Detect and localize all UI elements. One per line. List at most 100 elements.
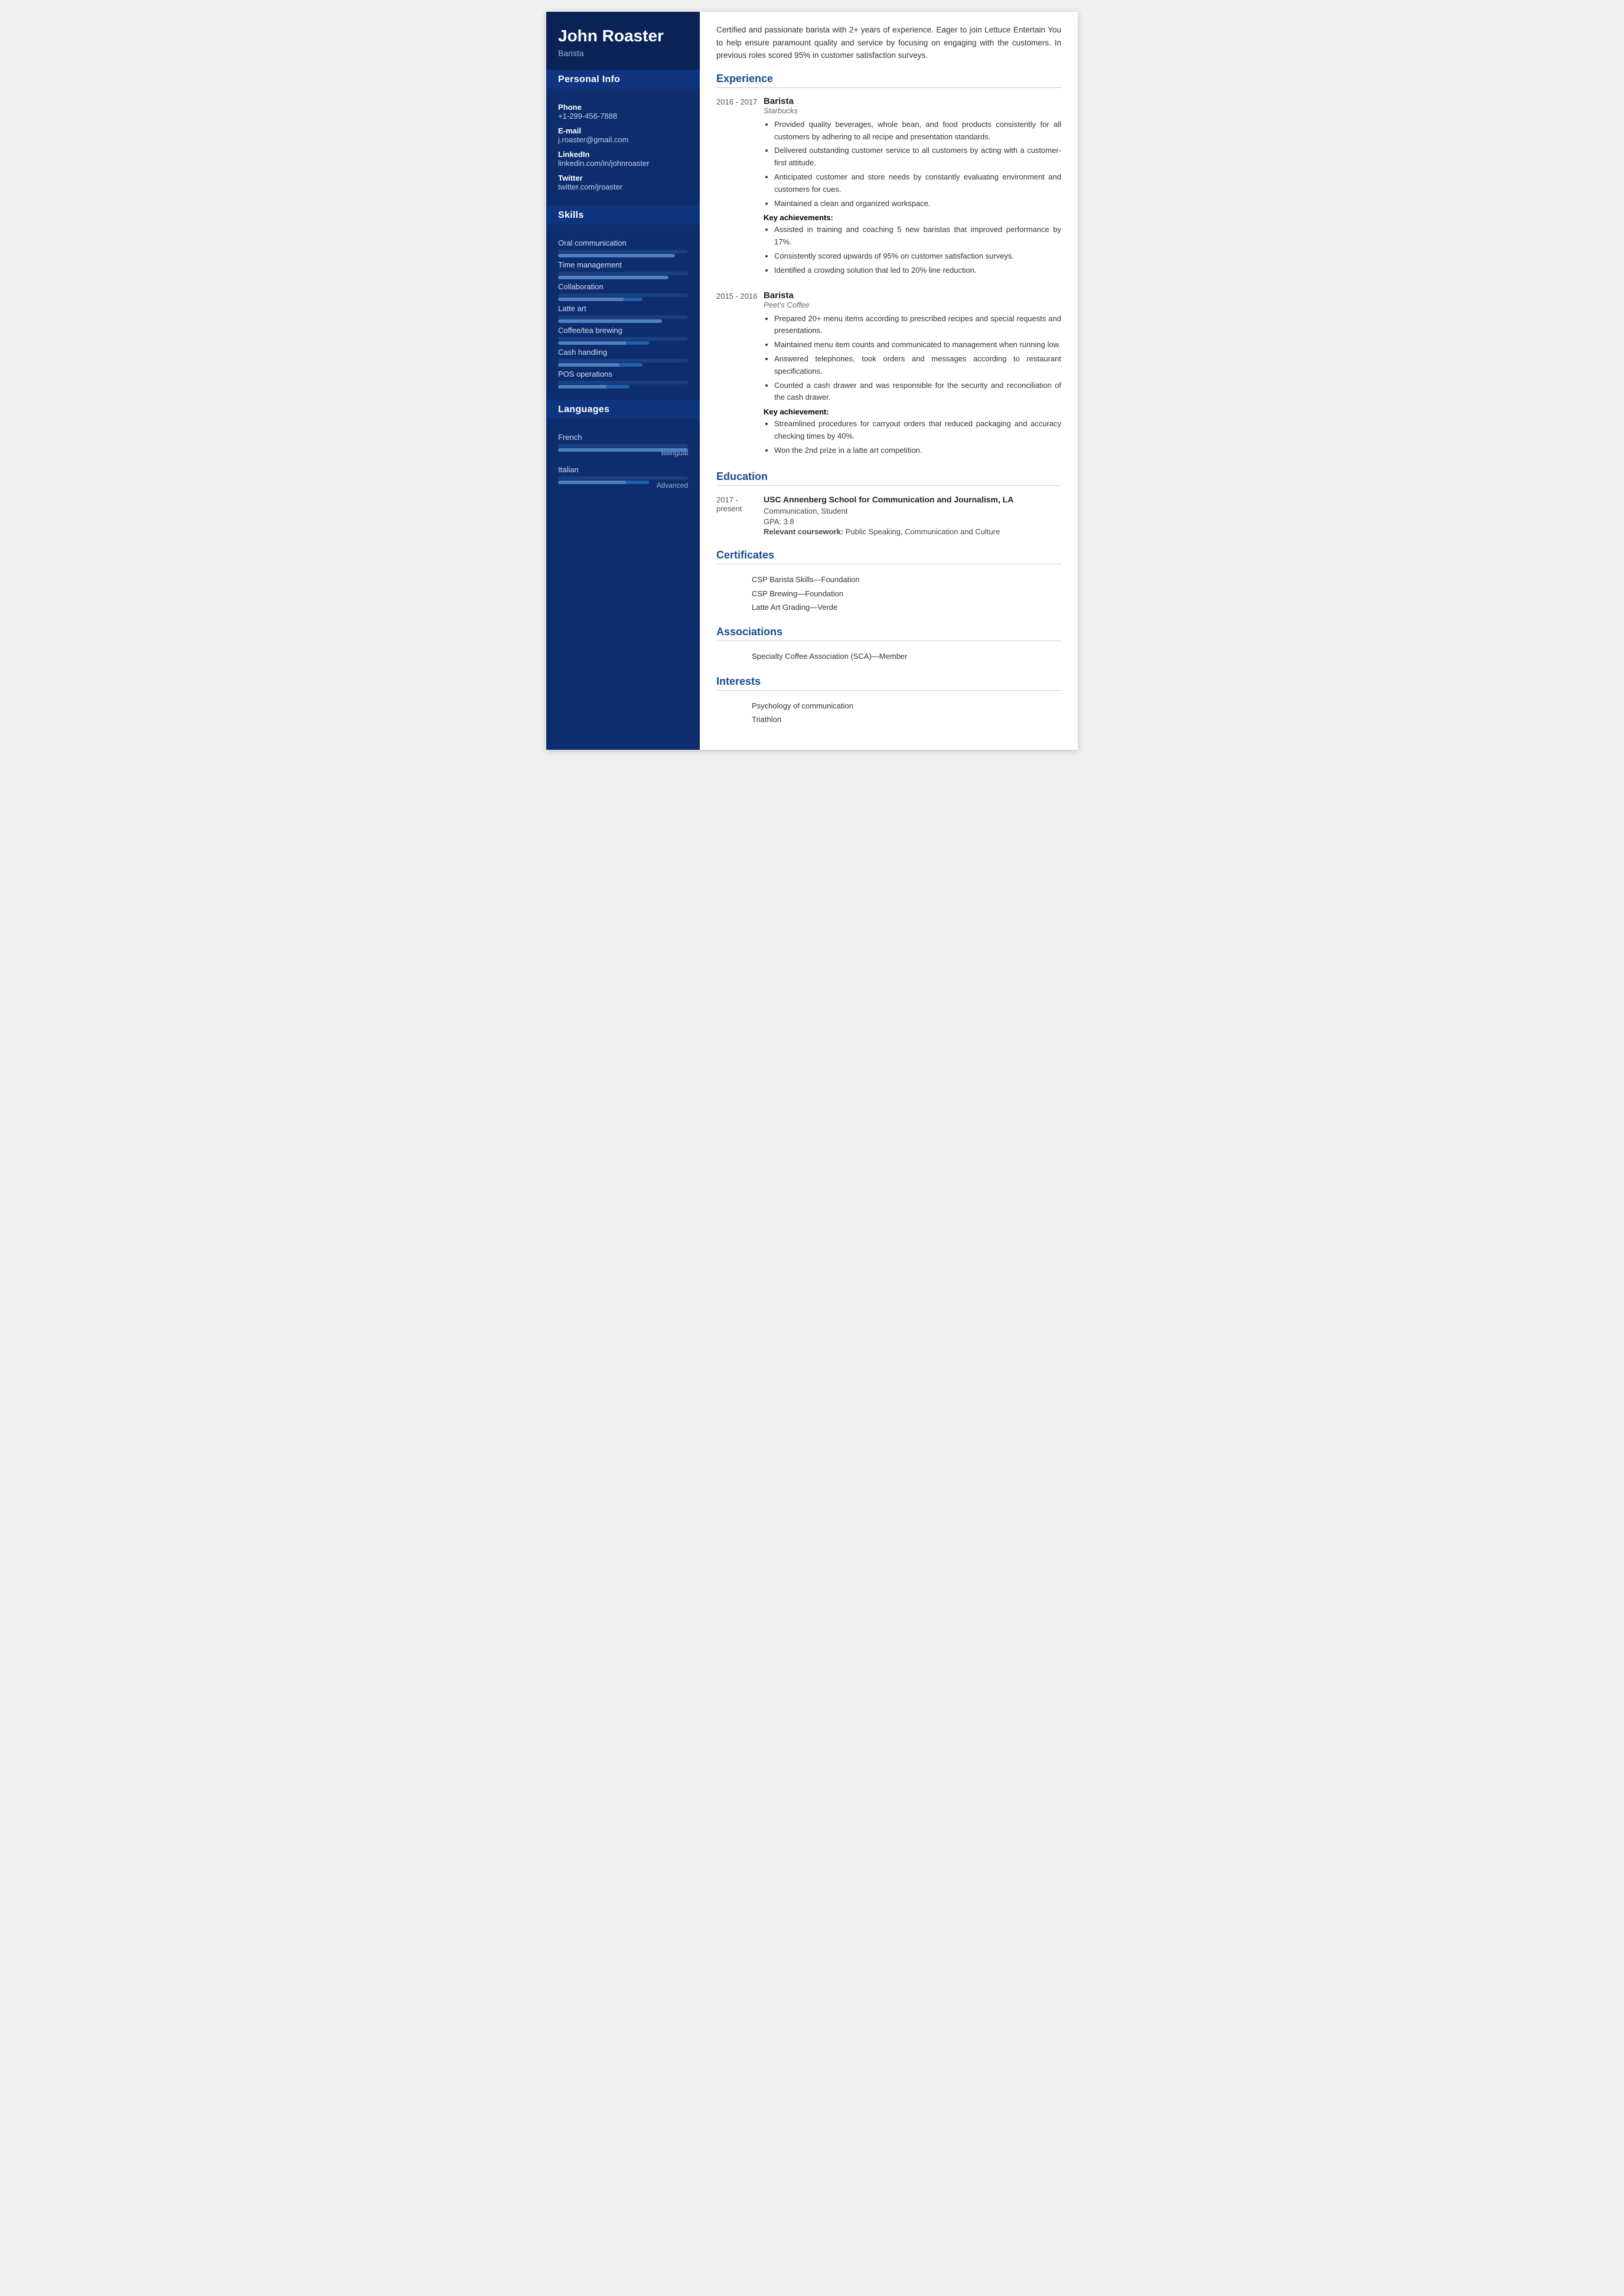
skill-bar-fill	[558, 298, 643, 301]
skill-bar-accent	[606, 385, 630, 388]
skill-item: Cash handling	[558, 348, 688, 362]
edu-coursework: Relevant coursework: Public Speaking, Co…	[764, 526, 1061, 538]
language-item: French Bilingual	[558, 433, 688, 457]
interest-item: Psychology of communication	[752, 699, 1061, 713]
resume-container: John Roaster Barista Personal Info Phone…	[546, 12, 1078, 750]
interests-title: Interests	[716, 675, 1061, 691]
skill-bar-fill	[558, 341, 649, 345]
skill-bar-bg	[558, 315, 688, 319]
certificate-item: Latte Art Grading—Verde	[752, 600, 1061, 614]
key-achievements-label: Key achievements:	[764, 213, 1061, 222]
coursework-label: Relevant coursework:	[764, 527, 843, 536]
exp-bullets: Provided quality beverages, whole bean, …	[774, 119, 1061, 210]
skill-name: Cash handling	[558, 348, 688, 357]
achievement-item: Consistently scored upwards of 95% on cu…	[774, 250, 1061, 263]
education-list: 2017 - present USC Annenberg School for …	[716, 494, 1061, 538]
language-name: French	[558, 433, 688, 442]
edu-school: USC Annenberg School for Communication a…	[764, 494, 1061, 506]
bullet-item: Prepared 20+ menu items according to pre…	[774, 313, 1061, 338]
twitter-item: Twitter twitter.com/jroaster	[558, 174, 688, 191]
association-item: Specialty Coffee Association (SCA)—Membe…	[752, 649, 1061, 663]
personal-info-section-title: Personal Info	[546, 70, 700, 89]
bullet-item: Provided quality beverages, whole bean, …	[774, 119, 1061, 143]
language-bar-bg	[558, 476, 688, 480]
skill-item: Oral communication	[558, 239, 688, 253]
associations-list: Specialty Coffee Association (SCA)—Membe…	[716, 649, 1061, 663]
summary-text: Certified and passionate barista with 2+…	[716, 24, 1061, 62]
language-name: Italian	[558, 465, 688, 474]
interests-list: Psychology of communicationTriathlon	[716, 699, 1061, 727]
certificates-list: CSP Barista Skills—FoundationCSP Brewing…	[716, 573, 1061, 614]
skill-bar-accent	[619, 363, 643, 367]
skill-item: Collaboration	[558, 282, 688, 297]
language-item: Italian Advanced	[558, 465, 688, 489]
skill-item: Time management	[558, 260, 688, 275]
skill-bar-bg	[558, 337, 688, 341]
edu-date: 2017 - present	[716, 494, 764, 538]
bullet-item: Counted a cash drawer and was responsibl…	[774, 380, 1061, 404]
skill-bar-bg	[558, 381, 688, 384]
main-content: Certified and passionate barista with 2+…	[700, 12, 1078, 750]
experience-row: 2016 - 2017 Barista Starbucks Provided q…	[716, 96, 1061, 279]
edu-content: USC Annenberg School for Communication a…	[764, 494, 1061, 538]
experience-title: Experience	[716, 73, 1061, 88]
exp-company: Peet's Coffee	[764, 301, 1061, 309]
twitter-value: twitter.com/jroaster	[558, 182, 688, 191]
skill-bar-fill	[558, 276, 668, 279]
achievement-item: Won the 2nd prize in a latte art competi…	[774, 445, 1061, 457]
bullet-item: Answered telephones, took orders and mes…	[774, 353, 1061, 378]
skill-name: POS operations	[558, 370, 688, 378]
language-bar-bg	[558, 444, 688, 448]
key-achievements-label: Key achievement:	[764, 407, 1061, 416]
skill-bar-fill	[558, 319, 662, 323]
person-name: John Roaster	[558, 26, 688, 46]
languages-section-title: Languages	[546, 400, 700, 419]
achievements-bullets: Assisted in training and coaching 5 new …	[774, 224, 1061, 276]
achievement-item: Assisted in training and coaching 5 new …	[774, 224, 1061, 249]
languages-section: French Bilingual Italian Advanced	[546, 424, 700, 506]
edu-field: Communication, Student	[764, 505, 1061, 517]
associations-section: Associations Specialty Coffee Associatio…	[716, 626, 1061, 663]
skill-item: Latte art	[558, 304, 688, 319]
language-bar-fill	[558, 448, 688, 452]
exp-bullets: Prepared 20+ menu items according to pre…	[774, 313, 1061, 404]
certificate-item: CSP Barista Skills—Foundation	[752, 573, 1061, 586]
certificates-title: Certificates	[716, 549, 1061, 564]
education-title: Education	[716, 471, 1061, 486]
linkedin-item: LinkedIn linkedin.com/in/johnroaster	[558, 150, 688, 168]
skill-name: Oral communication	[558, 239, 688, 247]
exp-content: Barista Peet's Coffee Prepared 20+ menu …	[764, 290, 1061, 459]
skill-bar-fill	[558, 254, 675, 257]
sidebar: John Roaster Barista Personal Info Phone…	[546, 12, 700, 750]
skill-bar-fill	[558, 385, 630, 388]
exp-job-title: Barista	[764, 96, 1061, 106]
skill-bar-accent	[625, 341, 649, 345]
exp-content: Barista Starbucks Provided quality bever…	[764, 96, 1061, 279]
phone-item: Phone +1-299-456-7888	[558, 103, 688, 120]
skill-name: Coffee/tea brewing	[558, 326, 688, 335]
bullet-item: Delivered outstanding customer service t…	[774, 145, 1061, 169]
interest-item: Triathlon	[752, 713, 1061, 726]
person-title: Barista	[558, 48, 688, 58]
exp-job-title: Barista	[764, 290, 1061, 301]
bullet-item: Maintained a clean and organized workspa…	[774, 198, 1061, 210]
skills-section-title: Skills	[546, 205, 700, 224]
certificate-item: CSP Brewing—Foundation	[752, 587, 1061, 600]
skill-bar-fill	[558, 363, 643, 367]
skill-name: Latte art	[558, 304, 688, 313]
bullet-item: Anticipated customer and store needs by …	[774, 171, 1061, 196]
exp-date: 2016 - 2017	[716, 96, 764, 279]
skill-bar-bg	[558, 272, 688, 275]
skill-name: Time management	[558, 260, 688, 269]
experience-row: 2015 - 2016 Barista Peet's Coffee Prepar…	[716, 290, 1061, 459]
education-section: Education 2017 - present USC Annenberg S…	[716, 471, 1061, 538]
phone-label: Phone	[558, 103, 688, 112]
linkedin-value: linkedin.com/in/johnroaster	[558, 159, 688, 168]
education-row: 2017 - present USC Annenberg School for …	[716, 494, 1061, 538]
experience-section: Experience 2016 - 2017 Barista Starbucks…	[716, 73, 1061, 459]
language-bar-fill	[558, 481, 649, 484]
achievement-item: Identified a crowding solution that led …	[774, 264, 1061, 277]
achievements-bullets: Streamlined procedures for carryout orde…	[774, 418, 1061, 456]
linkedin-label: LinkedIn	[558, 150, 688, 159]
skill-item: Coffee/tea brewing	[558, 326, 688, 341]
